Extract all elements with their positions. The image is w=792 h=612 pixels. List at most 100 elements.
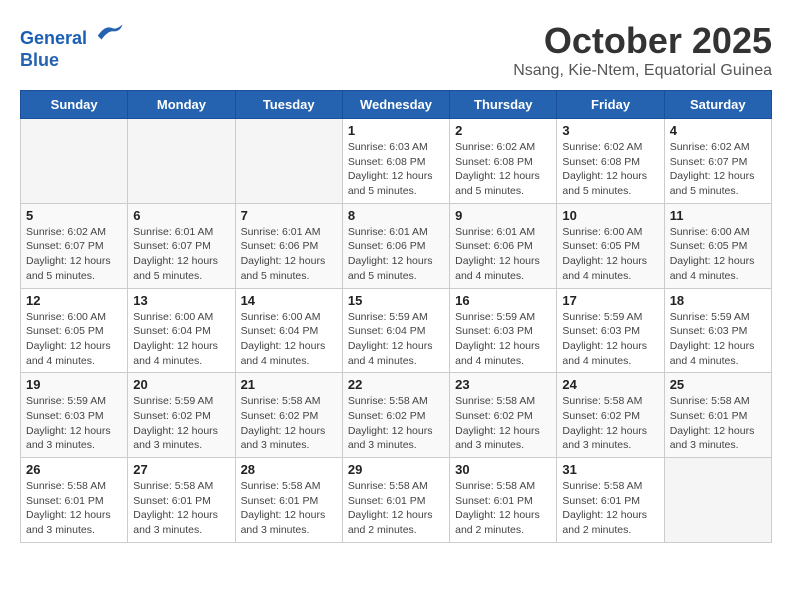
day-cell	[128, 119, 235, 204]
day-number: 30	[455, 462, 551, 477]
day-cell: 11Sunrise: 6:00 AM Sunset: 6:05 PM Dayli…	[664, 203, 771, 288]
day-cell: 17 Sunrise: 5:59 AM Sunset: 6:03 PM Dayli…	[557, 288, 664, 373]
weekday-header-row: SundayMondayTuesdayWednesdayThursdayFrid…	[21, 91, 772, 119]
day-number: 29	[348, 462, 444, 477]
day-number: 19	[26, 377, 122, 392]
day-info: Sunrise: 5:58 AM Sunset: 6:01 PM Dayligh…	[670, 394, 766, 453]
location-title: Nsang, Kie-Ntem, Equatorial Guinea	[513, 62, 772, 80]
day-cell: 29 Sunrise: 5:58 AM Sunset: 6:01 PM Dayli…	[342, 458, 449, 543]
day-cell: 21 Sunrise: 5:58 AM Sunset: 6:02 PM Dayli…	[235, 373, 342, 458]
logo-text: General Blue	[20, 20, 124, 71]
day-number: 15	[348, 293, 444, 308]
day-cell: 2 Sunrise: 6:02 AM Sunset: 6:08 PM Daylig…	[450, 119, 557, 204]
day-cell	[664, 458, 771, 543]
logo-blue: Blue	[20, 50, 59, 70]
day-cell: 15 Sunrise: 5:59 AM Sunset: 6:04 PM Dayli…	[342, 288, 449, 373]
weekday-header-tuesday: Tuesday	[235, 91, 342, 119]
weekday-header-thursday: Thursday	[450, 91, 557, 119]
day-cell: 28Sunrise: 5:58 AM Sunset: 6:01 PM Dayli…	[235, 458, 342, 543]
day-cell: 12Sunrise: 6:00 AM Sunset: 6:05 PM Dayli…	[21, 288, 128, 373]
weekday-header-monday: Monday	[128, 91, 235, 119]
day-info: Sunrise: 5:58 AM Sunset: 6:02 PM Dayligh…	[562, 394, 658, 453]
day-info: Sunrise: 5:58 AM Sunset: 6:01 PM Dayligh…	[455, 479, 551, 538]
weekday-header-friday: Friday	[557, 91, 664, 119]
day-number: 20	[133, 377, 229, 392]
day-number: 3	[562, 123, 658, 138]
day-info: Sunrise: 6:02 AM Sunset: 6:07 PM Dayligh…	[26, 225, 122, 284]
day-cell: 7Sunrise: 6:01 AM Sunset: 6:06 PM Daylig…	[235, 203, 342, 288]
day-number: 14	[241, 293, 337, 308]
day-number: 8	[348, 208, 444, 223]
day-cell: 23 Sunrise: 5:58 AM Sunset: 6:02 PM Dayli…	[450, 373, 557, 458]
day-cell: 27 Sunrise: 5:58 AM Sunset: 6:01 PM Dayli…	[128, 458, 235, 543]
header: General Blue October 2025 Nsang, Kie-Nte…	[20, 20, 772, 80]
day-info: Sunrise: 5:59 AM Sunset: 6:03 PM Dayligh…	[562, 310, 658, 369]
day-cell	[235, 119, 342, 204]
day-number: 23	[455, 377, 551, 392]
week-row-0: 1 Sunrise: 6:03 AM Sunset: 6:08 PM Daylig…	[21, 119, 772, 204]
day-info: Sunrise: 5:59 AM Sunset: 6:03 PM Dayligh…	[455, 310, 551, 369]
month-title: October 2025	[513, 20, 772, 62]
day-info: Sunrise: 6:01 AM Sunset: 6:06 PM Dayligh…	[455, 225, 551, 284]
week-row-1: 5Sunrise: 6:02 AM Sunset: 6:07 PM Daylig…	[21, 203, 772, 288]
day-info: Sunrise: 6:00 AM Sunset: 6:04 PM Dayligh…	[241, 310, 337, 369]
day-number: 9	[455, 208, 551, 223]
day-info: Sunrise: 6:02 AM Sunset: 6:08 PM Dayligh…	[562, 140, 658, 199]
day-number: 2	[455, 123, 551, 138]
day-cell: 24 Sunrise: 5:58 AM Sunset: 6:02 PM Dayli…	[557, 373, 664, 458]
day-cell: 5Sunrise: 6:02 AM Sunset: 6:07 PM Daylig…	[21, 203, 128, 288]
week-row-4: 26Sunrise: 5:58 AM Sunset: 6:01 PM Dayli…	[21, 458, 772, 543]
day-cell: 20Sunrise: 5:59 AM Sunset: 6:02 PM Dayli…	[128, 373, 235, 458]
day-cell: 26Sunrise: 5:58 AM Sunset: 6:01 PM Dayli…	[21, 458, 128, 543]
day-info: Sunrise: 5:58 AM Sunset: 6:01 PM Dayligh…	[562, 479, 658, 538]
day-info: Sunrise: 5:58 AM Sunset: 6:02 PM Dayligh…	[241, 394, 337, 453]
day-cell: 13Sunrise: 6:00 AM Sunset: 6:04 PM Dayli…	[128, 288, 235, 373]
calendar: SundayMondayTuesdayWednesdayThursdayFrid…	[20, 90, 772, 543]
day-number: 31	[562, 462, 658, 477]
day-number: 1	[348, 123, 444, 138]
day-info: Sunrise: 5:58 AM Sunset: 6:01 PM Dayligh…	[348, 479, 444, 538]
day-number: 17	[562, 293, 658, 308]
day-number: 6	[133, 208, 229, 223]
day-info: Sunrise: 6:01 AM Sunset: 6:06 PM Dayligh…	[348, 225, 444, 284]
day-cell: 19Sunrise: 5:59 AM Sunset: 6:03 PM Dayli…	[21, 373, 128, 458]
weekday-header-wednesday: Wednesday	[342, 91, 449, 119]
day-number: 16	[455, 293, 551, 308]
day-info: Sunrise: 5:58 AM Sunset: 6:01 PM Dayligh…	[241, 479, 337, 538]
day-info: Sunrise: 5:59 AM Sunset: 6:04 PM Dayligh…	[348, 310, 444, 369]
week-row-2: 12Sunrise: 6:00 AM Sunset: 6:05 PM Dayli…	[21, 288, 772, 373]
day-info: Sunrise: 6:01 AM Sunset: 6:06 PM Dayligh…	[241, 225, 337, 284]
day-number: 21	[241, 377, 337, 392]
day-number: 4	[670, 123, 766, 138]
weekday-header-saturday: Saturday	[664, 91, 771, 119]
day-cell: 6 Sunrise: 6:01 AM Sunset: 6:07 PM Daylig…	[128, 203, 235, 288]
day-number: 24	[562, 377, 658, 392]
day-info: Sunrise: 6:03 AM Sunset: 6:08 PM Dayligh…	[348, 140, 444, 199]
day-info: Sunrise: 6:02 AM Sunset: 6:08 PM Dayligh…	[455, 140, 551, 199]
day-cell: 1 Sunrise: 6:03 AM Sunset: 6:08 PM Daylig…	[342, 119, 449, 204]
day-cell: 31 Sunrise: 5:58 AM Sunset: 6:01 PM Dayli…	[557, 458, 664, 543]
day-info: Sunrise: 6:01 AM Sunset: 6:07 PM Dayligh…	[133, 225, 229, 284]
day-cell: 18 Sunrise: 5:59 AM Sunset: 6:03 PM Dayli…	[664, 288, 771, 373]
day-cell: 30 Sunrise: 5:58 AM Sunset: 6:01 PM Dayli…	[450, 458, 557, 543]
day-info: Sunrise: 6:00 AM Sunset: 6:04 PM Dayligh…	[133, 310, 229, 369]
logo: General Blue	[20, 20, 124, 71]
day-cell: 10Sunrise: 6:00 AM Sunset: 6:05 PM Dayli…	[557, 203, 664, 288]
day-info: Sunrise: 6:00 AM Sunset: 6:05 PM Dayligh…	[562, 225, 658, 284]
logo-general: General	[20, 28, 87, 48]
day-number: 12	[26, 293, 122, 308]
day-cell: 14 Sunrise: 6:00 AM Sunset: 6:04 PM Dayli…	[235, 288, 342, 373]
day-number: 11	[670, 208, 766, 223]
day-number: 22	[348, 377, 444, 392]
week-row-3: 19Sunrise: 5:59 AM Sunset: 6:03 PM Dayli…	[21, 373, 772, 458]
day-number: 27	[133, 462, 229, 477]
day-number: 18	[670, 293, 766, 308]
day-info: Sunrise: 5:58 AM Sunset: 6:01 PM Dayligh…	[26, 479, 122, 538]
day-number: 25	[670, 377, 766, 392]
day-info: Sunrise: 5:58 AM Sunset: 6:02 PM Dayligh…	[348, 394, 444, 453]
day-info: Sunrise: 5:58 AM Sunset: 6:01 PM Dayligh…	[133, 479, 229, 538]
day-cell: 4Sunrise: 6:02 AM Sunset: 6:07 PM Daylig…	[664, 119, 771, 204]
day-info: Sunrise: 5:58 AM Sunset: 6:02 PM Dayligh…	[455, 394, 551, 453]
day-info: Sunrise: 5:59 AM Sunset: 6:03 PM Dayligh…	[670, 310, 766, 369]
day-cell: 9 Sunrise: 6:01 AM Sunset: 6:06 PM Daylig…	[450, 203, 557, 288]
